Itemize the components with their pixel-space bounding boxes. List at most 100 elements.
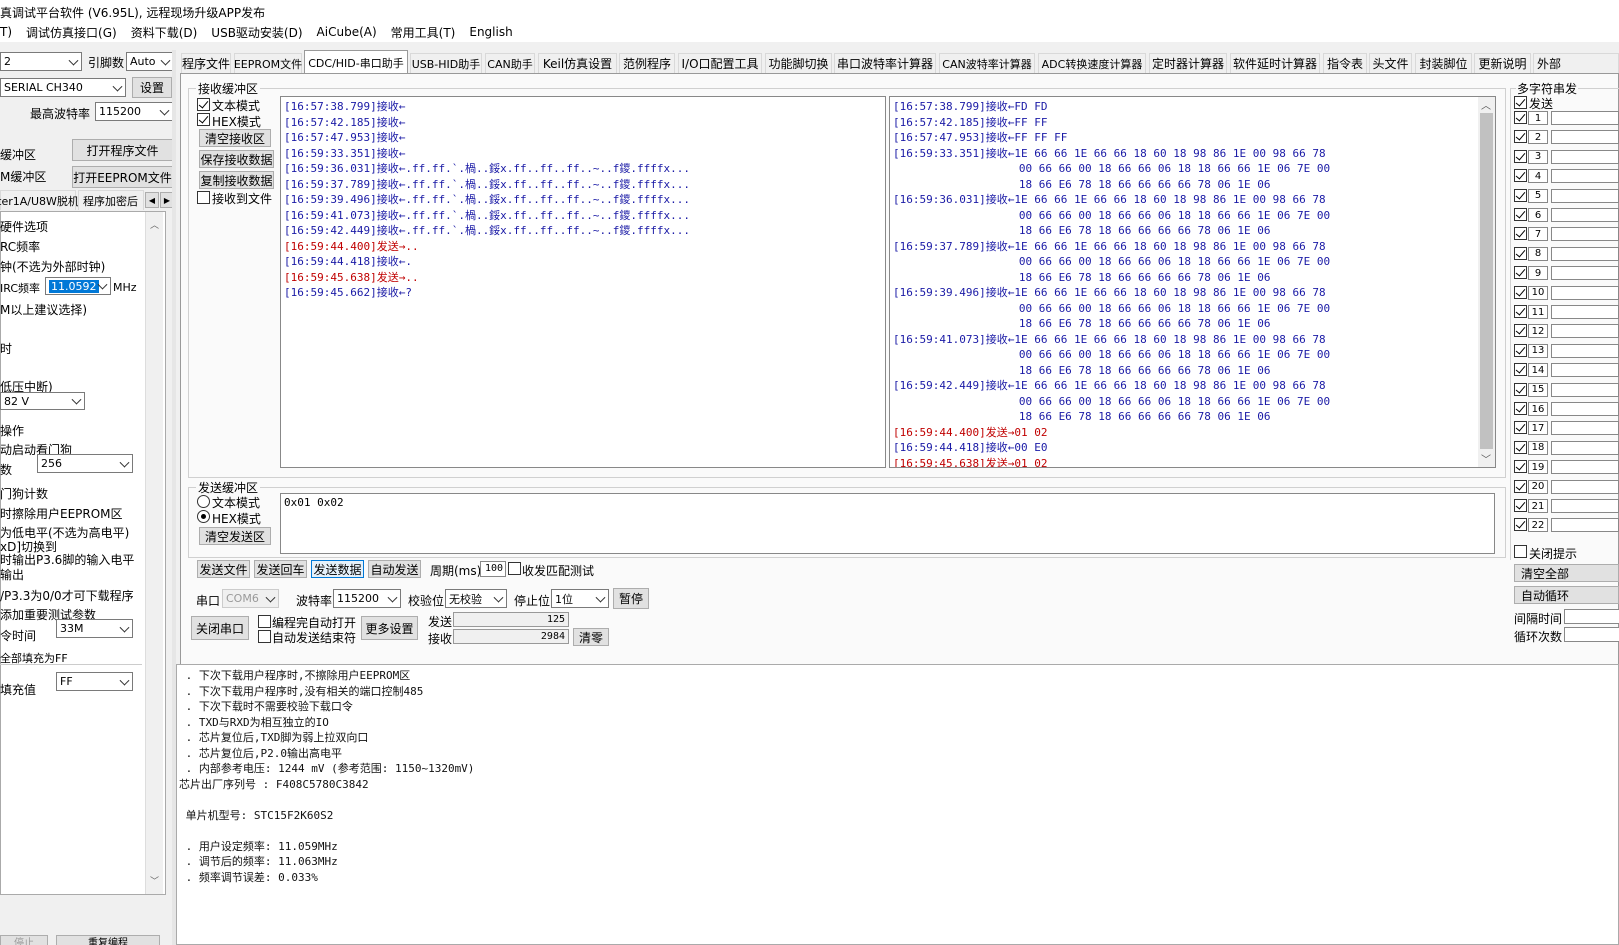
save-receive-data-button[interactable]: 保存接收数据 [199,150,274,168]
send-data-button[interactable]: 发送数据 [311,560,364,578]
multi-send-row-button[interactable]: 12 [1528,324,1548,339]
multi-send-text-input[interactable] [1551,421,1619,436]
multi-send-checkbox[interactable] [1514,324,1527,338]
multi-send-checkbox[interactable] [1514,246,1527,260]
left-tab-encrypt[interactable]: 程序加密后 [78,190,144,210]
multi-send-checkbox[interactable] [1514,518,1527,532]
tab-pin-switch[interactable]: 功能脚切换 [765,53,832,73]
match-test-checkbox[interactable] [508,562,521,575]
multi-send-row-button[interactable]: 11 [1528,305,1548,319]
open-eeprom-file-button[interactable]: 打开EEPROM文件 [72,166,173,188]
menu-item[interactable]: 调试仿真接口(G) [26,24,117,41]
multi-send-row-button[interactable]: 7 [1528,227,1548,242]
copy-receive-data-button[interactable]: 复制接收数据 [199,171,274,189]
tab-timer-calc[interactable]: 定时器计算器 [1149,53,1227,73]
multi-send-row-button[interactable]: 4 [1528,169,1548,184]
tab-can-baud[interactable]: CAN波特率计算器 [939,53,1035,73]
multi-send-text-input[interactable] [1551,246,1619,261]
clear-all-button[interactable]: 清空全部 [1514,564,1619,582]
multi-send-text-input[interactable] [1551,227,1619,242]
multi-send-checkbox[interactable] [1514,479,1527,493]
multi-send-row-button[interactable]: 6 [1528,208,1548,222]
wdt-select[interactable]: 256 [37,454,133,473]
tab-instructions[interactable]: 指令表 [1323,53,1367,73]
multi-send-checkbox[interactable] [1514,343,1527,357]
multi-send-row-button[interactable]: 22 [1528,518,1548,533]
multi-send-text-input[interactable] [1551,208,1619,222]
pause-button[interactable]: 暂停 [613,588,649,609]
stop-bits-select[interactable]: 1位 [551,589,609,608]
multi-send-text-input[interactable] [1551,305,1619,319]
loop-count-input[interactable] [1564,627,1619,642]
tab-usb-hid[interactable]: USB-HID助手 [410,53,482,73]
recv-hex-mode-checkbox[interactable] [197,113,210,126]
multi-send-checkbox[interactable] [1514,208,1527,221]
multi-send-row-button[interactable]: 21 [1528,499,1548,513]
send-all-checkbox[interactable] [1514,96,1527,109]
multi-send-text-input[interactable] [1551,324,1619,339]
multi-send-text-input[interactable] [1551,169,1619,184]
multi-send-row-button[interactable]: 9 [1528,266,1548,281]
auto-send-button[interactable]: 自动发送 [368,560,421,578]
send-hex-mode-radio[interactable] [197,510,210,523]
pin-select[interactable]: Auto [126,52,174,71]
more-settings-button[interactable]: 更多设置 [361,616,418,640]
multi-send-row-button[interactable]: 17 [1528,421,1548,436]
multi-send-text-input[interactable] [1551,363,1619,378]
multi-send-checkbox[interactable] [1514,149,1527,163]
multi-send-text-input[interactable] [1551,266,1619,281]
parity-select[interactable]: 无校验 [445,589,507,608]
fill-value-select[interactable]: FF [56,672,133,691]
multi-send-text-input[interactable] [1551,499,1619,513]
multi-send-checkbox[interactable] [1514,169,1527,183]
tab-examples[interactable]: 范例程序 [619,53,675,73]
port-select[interactable]: SERIAL CH340 [0,78,126,97]
multi-send-text-input[interactable] [1551,149,1619,164]
multi-send-checkbox[interactable] [1514,382,1527,396]
tab-uart-baud[interactable]: 串口波特率计算器 [834,53,936,73]
tab-header-file[interactable]: 头文件 [1369,53,1412,73]
multi-send-text-input[interactable] [1551,460,1619,475]
multi-send-row-button[interactable]: 16 [1528,402,1548,416]
multi-send-checkbox[interactable] [1514,499,1527,512]
port-settings-button[interactable]: 设置 [132,77,172,98]
cmd-time-select[interactable]: 33M [56,619,133,638]
max-baud-select[interactable]: 115200 [95,102,173,121]
menu-item[interactable]: English [469,25,512,39]
auto-open-checkbox[interactable] [258,615,271,628]
baud-select[interactable]: 115200 [333,589,401,608]
multi-send-text-input[interactable] [1551,402,1619,416]
menu-item[interactable]: AiCube(A) [317,25,377,39]
close-port-button[interactable]: 关闭串口 [191,616,249,640]
voltage-select[interactable]: 82 V [0,392,85,410]
multi-send-row-button[interactable]: 3 [1528,149,1548,164]
receive-hex-scrollbar[interactable]: ︿ ﹀ [1478,97,1495,467]
multi-send-row-button[interactable]: 14 [1528,363,1548,378]
com-port-select[interactable]: COM6 [222,589,279,608]
send-input[interactable]: 0x01 0x02 [280,493,1495,554]
multi-send-row-button[interactable]: 15 [1528,382,1548,397]
mcu-select[interactable]: 2 [0,52,82,71]
clear-receive-button[interactable]: 清空接收区 [199,129,271,147]
multi-send-text-input[interactable] [1551,130,1619,145]
tab-update-notes[interactable]: 更新说明 [1474,53,1531,73]
tab-package-pins[interactable]: 封装脚位 [1415,53,1472,73]
multi-send-text-input[interactable] [1551,285,1619,300]
send-text-mode-radio[interactable] [197,495,210,508]
tab-serial-assistant[interactable]: CDC/HID-串口助手 [304,50,408,74]
clear-send-button[interactable]: 清空发送区 [199,527,271,545]
auto-end-checkbox[interactable] [258,630,271,643]
multi-send-checkbox[interactable] [1514,227,1527,241]
tab-io-config[interactable]: I/O口配置工具 [678,53,762,73]
multi-send-checkbox[interactable] [1514,421,1527,435]
auto-loop-button[interactable]: 自动循环 [1514,586,1619,604]
menu-item[interactable]: 资料下载(D) [131,24,198,41]
tab-program-file[interactable]: 程序文件 [181,53,231,73]
multi-send-text-input[interactable] [1551,382,1619,397]
menu-item[interactable]: 常用工具(T) [391,24,456,41]
download-log[interactable]: . 下次下载用户程序时,不擦除用户EEPROM区 . 下次下载用户程序时,没有相… [176,664,1619,945]
multi-send-checkbox[interactable] [1514,402,1527,415]
multi-send-row-button[interactable]: 1 [1528,111,1548,125]
multi-send-row-button[interactable]: 19 [1528,460,1548,475]
multi-send-text-input[interactable] [1551,518,1619,533]
